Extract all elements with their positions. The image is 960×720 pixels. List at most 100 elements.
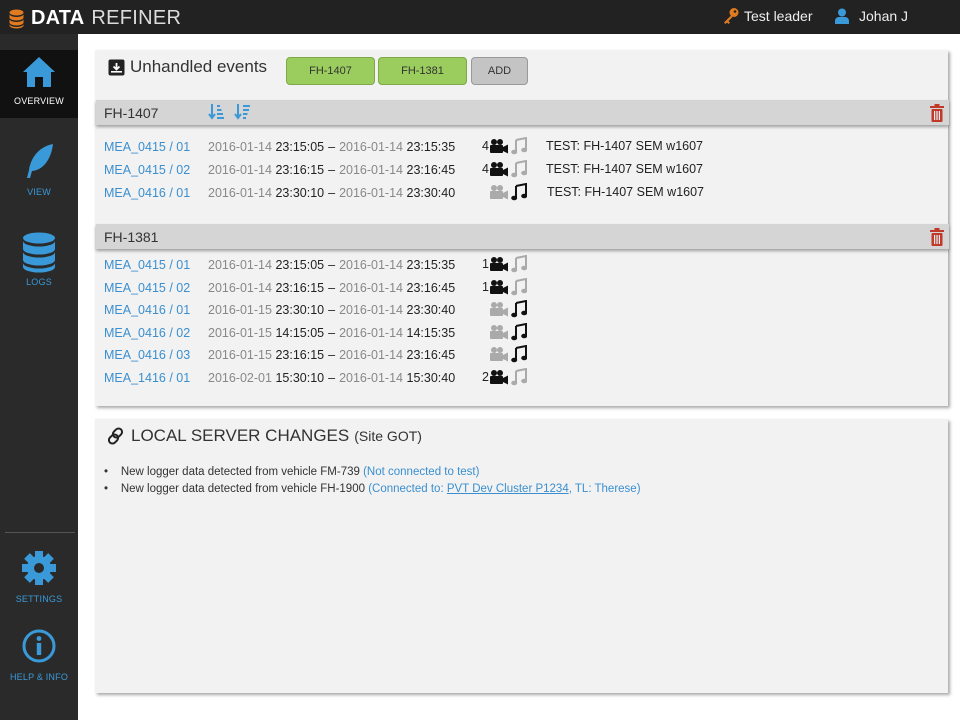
local-server-changes-panel bbox=[95, 419, 948, 693]
end-date: 2016-01-14 bbox=[339, 258, 404, 272]
database-icon bbox=[23, 232, 55, 273]
measurement-link[interactable]: MEA_0416 / 01 bbox=[104, 303, 208, 317]
measurement-link[interactable]: MEA_0415 / 02 bbox=[104, 163, 208, 177]
start-date: 2016-01-14 bbox=[208, 258, 272, 272]
sort-descending-icon[interactable] bbox=[234, 103, 250, 121]
sidebar-item-overview[interactable]: OVERVIEW bbox=[0, 50, 78, 118]
filter-button-fh-1407[interactable]: FH-1407 bbox=[286, 57, 375, 85]
test-name: TEST: FH-1407 SEM w1607 bbox=[546, 162, 704, 176]
end-date: 2016-01-14 bbox=[339, 163, 404, 177]
start-date: 2016-01-14 bbox=[208, 280, 272, 295]
event-row: MEA_0415 / 01 2016-01-14 23:15:05 – 2016… bbox=[104, 258, 456, 272]
database-logo-icon bbox=[9, 9, 24, 28]
video-camera-icon bbox=[490, 139, 508, 154]
start-date: 2016-01-14 bbox=[208, 186, 272, 200]
video-camera-icon bbox=[490, 162, 508, 177]
local-server-changes-title: LOCAL SERVER CHANGES (Site GOT) bbox=[108, 426, 422, 446]
music-note-icon bbox=[511, 137, 527, 155]
list-item: • New logger data detected from vehicle … bbox=[104, 466, 480, 478]
measurement-link[interactable]: MEA_0415 / 02 bbox=[104, 281, 208, 295]
music-note-icon bbox=[511, 183, 527, 201]
site-label: (Site GOT) bbox=[354, 428, 422, 444]
change-text: New logger data detected from vehicle FH… bbox=[120, 483, 365, 495]
sidebar-item-logs[interactable]: LOGS bbox=[0, 232, 78, 292]
sidebar-label-logs: LOGS bbox=[26, 277, 52, 287]
sidebar: OVERVIEW VIEW LOGS SETTINGS HELP & INFO bbox=[0, 34, 78, 720]
end-time: 15:30:40 bbox=[406, 371, 456, 385]
music-note-icon bbox=[511, 345, 527, 363]
media-indicators bbox=[479, 183, 527, 201]
trash-icon[interactable] bbox=[930, 104, 944, 122]
user-menu[interactable]: Johan J bbox=[835, 8, 908, 24]
start-time: 23:30:10 bbox=[275, 303, 325, 318]
measurement-link[interactable]: MEA_0415 / 01 bbox=[104, 258, 208, 272]
group-header-fh-1407: FH-1407 bbox=[96, 100, 949, 125]
end-date: 2016-01-14 bbox=[339, 280, 404, 295]
start-date: 2016-02-01 bbox=[208, 371, 272, 385]
music-note-icon bbox=[511, 300, 527, 318]
sidebar-item-settings[interactable]: SETTINGS bbox=[0, 548, 78, 608]
app-title-light: REFINER bbox=[91, 7, 182, 29]
event-row: MEA_0416 / 01 2016-01-15 23:30:10 – 2016… bbox=[104, 303, 456, 318]
start-time: 23:16:15 bbox=[275, 348, 325, 363]
media-indicators: 2 bbox=[479, 368, 527, 386]
event-row: MEA_1416 / 01 2016-02-01 15:30:10 – 2016… bbox=[104, 371, 456, 385]
change-note: (Not connected to test) bbox=[363, 466, 480, 478]
test-name: TEST: FH-1407 SEM w1607 bbox=[547, 185, 705, 199]
trash-icon[interactable] bbox=[930, 228, 944, 246]
measurement-link[interactable]: MEA_1416 / 01 bbox=[104, 371, 208, 385]
sidebar-label-settings: SETTINGS bbox=[15, 594, 63, 604]
home-icon bbox=[23, 57, 55, 87]
media-indicators bbox=[479, 345, 527, 363]
music-note-icon bbox=[511, 322, 527, 341]
sort-controls bbox=[208, 103, 250, 121]
role-label: Test leader bbox=[744, 8, 813, 24]
event-row: MEA_0415 / 02 2016-01-14 23:16:15 – 2016… bbox=[104, 163, 456, 177]
end-date: 2016-01-14 bbox=[339, 303, 404, 318]
app-logo: DATA REFINER bbox=[9, 7, 181, 30]
add-button[interactable]: ADD bbox=[471, 57, 528, 85]
test-name: TEST: FH-1407 SEM w1607 bbox=[546, 139, 704, 153]
media-indicators: 4 bbox=[479, 137, 527, 155]
gear-icon bbox=[22, 551, 56, 585]
video-camera-icon bbox=[490, 302, 508, 317]
video-camera-icon bbox=[490, 347, 508, 362]
end-time: 23:16:45 bbox=[406, 163, 456, 177]
filter-button-fh-1381[interactable]: FH-1381 bbox=[378, 57, 467, 85]
group-header-fh-1381: FH-1381 bbox=[96, 224, 949, 249]
feather-icon bbox=[27, 144, 53, 178]
inbox-download-icon bbox=[108, 59, 125, 75]
group-name: FH-1381 bbox=[104, 228, 159, 245]
video-camera-icon bbox=[490, 324, 508, 340]
start-date: 2016-01-14 bbox=[208, 163, 272, 177]
measurement-link[interactable]: MEA_0415 / 01 bbox=[104, 140, 208, 154]
start-date: 2016-01-15 bbox=[208, 303, 272, 318]
sidebar-label-view: VIEW bbox=[27, 187, 51, 197]
sidebar-divider bbox=[5, 532, 75, 533]
start-time: 14:15:05 bbox=[275, 325, 325, 340]
sidebar-item-view[interactable]: VIEW bbox=[0, 142, 78, 202]
measurement-link[interactable]: MEA_0416 / 02 bbox=[104, 326, 208, 340]
sort-ascending-icon[interactable] bbox=[208, 103, 224, 121]
music-note-icon bbox=[511, 255, 527, 273]
media-indicators bbox=[479, 300, 527, 318]
start-date: 2016-01-14 bbox=[208, 140, 272, 154]
end-date: 2016-01-14 bbox=[339, 371, 404, 385]
video-camera-icon bbox=[490, 257, 508, 272]
end-time: 23:30:40 bbox=[406, 186, 456, 200]
change-note-prefix: (Connected to: bbox=[368, 483, 444, 495]
test-link[interactable]: PVT Dev Cluster P1234 bbox=[447, 483, 569, 495]
media-indicators: 1 bbox=[479, 255, 527, 273]
sidebar-item-help[interactable]: HELP & INFO bbox=[0, 626, 78, 686]
test-leader-role[interactable]: Test leader bbox=[722, 7, 812, 25]
sidebar-label-overview: OVERVIEW bbox=[14, 96, 64, 106]
end-date: 2016-01-14 bbox=[339, 325, 404, 340]
media-indicators: 1 bbox=[479, 277, 527, 296]
start-date: 2016-01-15 bbox=[208, 348, 272, 363]
event-row: MEA_0415 / 01 2016-01-14 23:15:05 – 2016… bbox=[104, 140, 456, 154]
measurement-link[interactable]: MEA_0416 / 01 bbox=[104, 186, 208, 200]
measurement-link[interactable]: MEA_0416 / 03 bbox=[104, 348, 208, 362]
top-bar: DATA REFINER Test leader Johan J bbox=[0, 0, 960, 34]
list-item: • New logger data detected from vehicle … bbox=[104, 483, 641, 495]
end-time: 14:15:35 bbox=[406, 325, 456, 340]
